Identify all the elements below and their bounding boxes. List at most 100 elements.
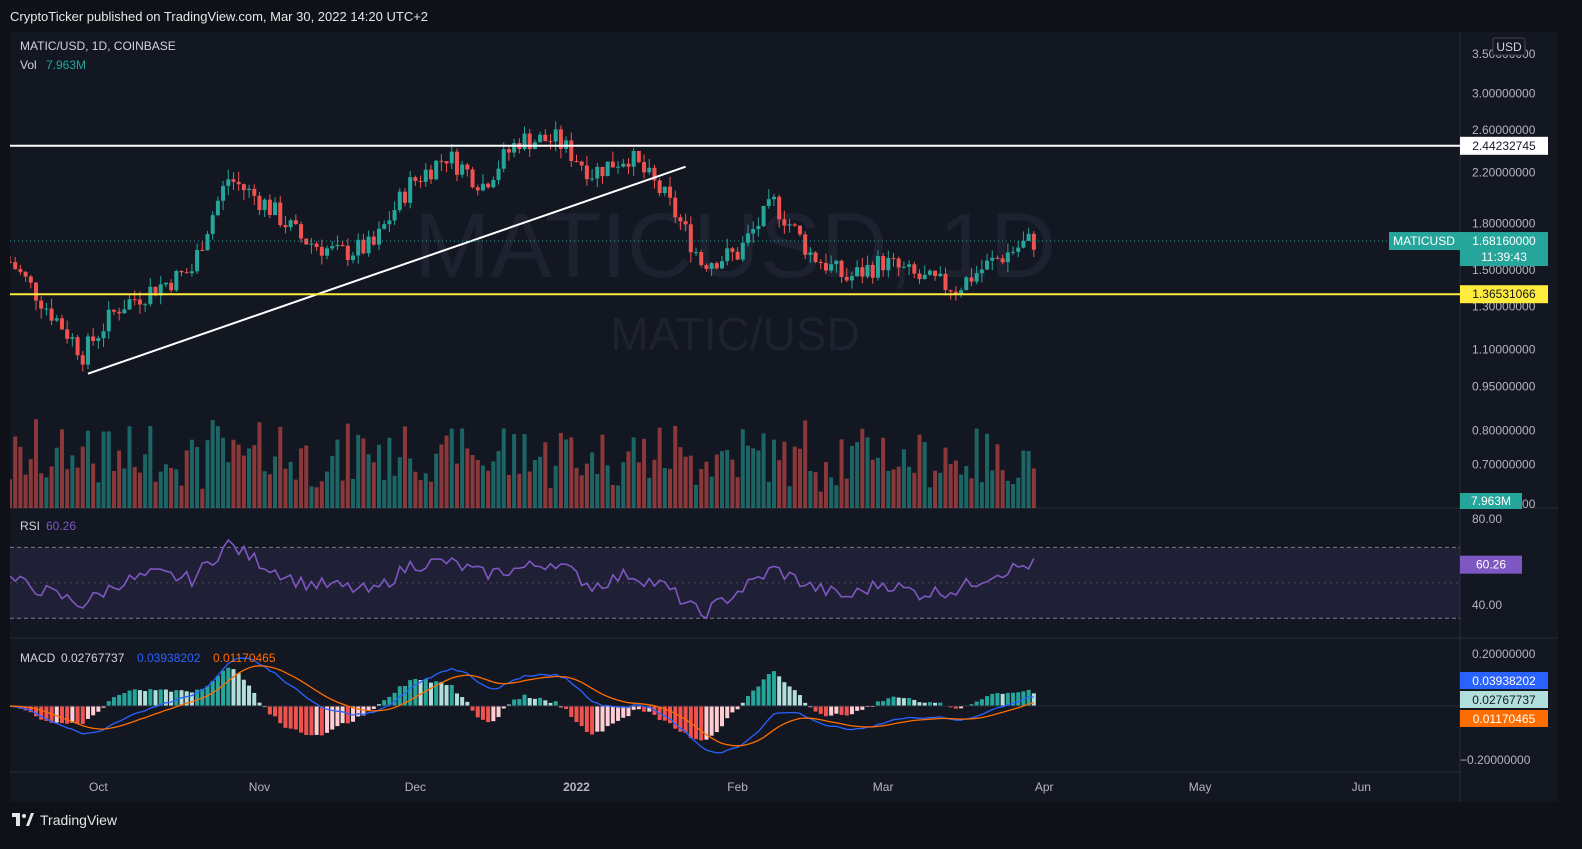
candle-body [205,234,210,251]
volume-bar [278,426,283,508]
volume-bar [823,462,828,508]
macd-histogram-bar [761,679,766,706]
candle-body [257,195,262,211]
candle-body [995,257,1000,259]
macd-histogram-bar [85,706,90,719]
volume-bar [922,442,927,508]
volume-bar [985,433,990,508]
volume-bar [241,455,246,508]
volume-bar [787,486,792,508]
candle-body [28,276,33,283]
candle-body [215,200,220,216]
macd-histogram-bar [985,696,990,706]
volume-bar [49,466,54,508]
footer-brand-label[interactable]: TradingView [40,812,117,828]
candle-body [460,164,465,175]
candle-body [543,134,548,142]
published-text: CryptoTicker published on TradingView.co… [10,9,429,24]
candle-body [870,264,875,278]
volume-bar [376,444,381,508]
macd-histogram-bar [896,697,901,706]
candle-body [449,151,454,164]
candle-body [163,282,168,285]
volume-bar [532,459,537,508]
candle-body [709,263,714,269]
price-tick: 1.80000000 [1472,217,1536,231]
volume-bar [496,451,501,508]
volume-bar [356,434,361,508]
candle-body [210,215,215,235]
macd-histogram-bar [610,706,615,724]
candle-body [439,160,444,162]
price-tick: 0.95000000 [1472,380,1536,394]
volume-bar [616,485,621,508]
volume-bar [423,473,428,508]
candle-body [54,318,59,321]
volume-bar [595,473,600,508]
volume-bar [65,469,70,508]
candle-body [621,163,626,167]
candle-body [340,244,345,246]
candle-body [730,248,735,252]
signal-value-label: 0.02767737 [1472,693,1536,707]
chart-svg[interactable]: MATICUSD, 1D MATIC/USD MATIC/USD, 1D, CO… [8,32,1558,802]
candle-body [829,264,834,271]
candle-body [387,220,392,225]
macd-histogram-bar [912,699,917,706]
currency-label[interactable]: USD [1496,40,1522,54]
volume-bar [59,429,64,508]
candle-body [1021,240,1026,248]
candle-body [80,355,85,365]
macd-histogram-bar [631,706,636,710]
time-tick: 2022 [563,780,590,794]
volume-bar [439,444,444,508]
candle-body [319,246,324,256]
volume-bar [309,486,314,508]
macd-histogram-bar [288,706,293,729]
macd-histogram-bar [273,706,278,717]
volume-bar [813,472,818,508]
macd-histogram-bar [725,706,730,719]
chart-container[interactable]: MATICUSD, 1D MATIC/USD MATIC/USD, 1D, CO… [8,32,1558,802]
candle-body [39,300,44,309]
candle-body [616,166,621,168]
macd-histogram-bar [137,690,142,706]
footer-brand[interactable]: TradingView [12,812,117,828]
candle-body [496,168,501,180]
macd-histogram-bar [293,706,298,730]
tradingview-logo-icon [12,813,34,826]
time-tick: Nov [249,780,270,794]
candle-body [720,261,725,269]
candle-body [501,149,506,169]
symbol-legend[interactable]: MATIC/USD, 1D, COINBASE [20,39,176,53]
volume-bar [590,452,595,508]
candle-body [538,134,543,143]
volume-bar [959,474,964,508]
candle-body [766,199,771,206]
macd-histogram-bar [1000,693,1005,706]
volume-bar [745,445,750,508]
candle-body [247,188,252,191]
macd-histogram-bar [875,701,880,706]
volume-bar [158,471,163,508]
macd-histogram-bar [777,676,782,706]
macd-histogram-bar [995,693,1000,706]
candle-body [366,236,371,254]
volume-bar [402,426,407,508]
volume-bar [501,428,506,508]
volume-bar [756,450,761,508]
macd-histogram-bar [574,706,579,723]
macd-histogram-bar [595,706,600,732]
candle-body [1016,247,1021,252]
candle-body [553,129,558,142]
macd-histogram-bar [907,698,912,706]
volume-bar [283,468,288,508]
candle-body [590,178,595,180]
candle-body [714,263,719,269]
macd-histogram-bar [699,706,704,741]
candle-body [273,202,278,215]
volume-bar [163,464,168,508]
volume-bar [13,436,18,508]
macd-histogram-bar [267,706,272,715]
time-tick: Oct [89,780,108,794]
